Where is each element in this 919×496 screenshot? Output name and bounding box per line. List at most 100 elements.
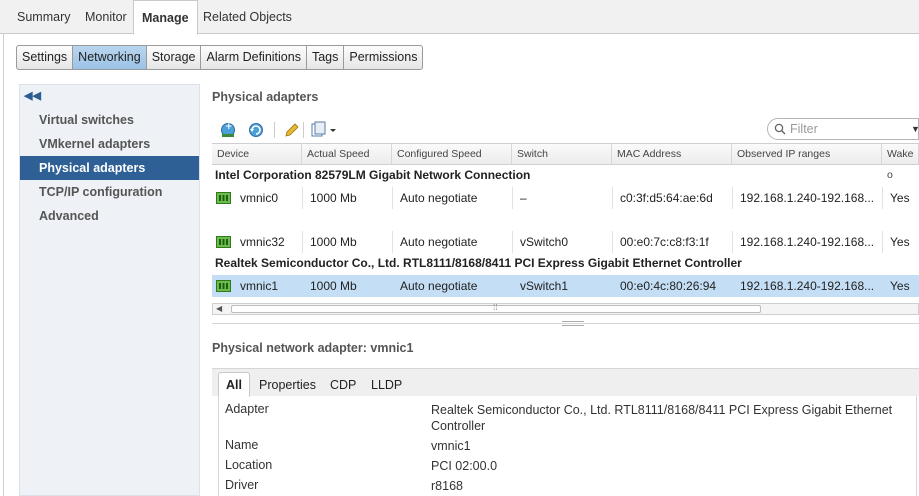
cell-device: vmnic0 <box>240 191 279 205</box>
col-header-mac-address[interactable]: MAC Address <box>612 144 732 165</box>
actions-menu-icon[interactable] <box>310 121 338 139</box>
column-divider <box>512 231 513 253</box>
page-border <box>3 34 4 496</box>
col-header-actual-speed[interactable]: Actual Speed <box>302 144 392 165</box>
subtab-storage[interactable]: Storage <box>147 46 202 69</box>
toolbar-separator <box>274 122 275 138</box>
network-adapter-icon <box>216 236 231 248</box>
cell-configured-speed: Auto negotiate <box>400 279 478 293</box>
cell-switch: vSwitch1 <box>520 279 569 293</box>
top-tab-bar: Summary Monitor Manage Related Objects <box>0 0 919 35</box>
add-networking-icon[interactable]: + <box>219 121 237 139</box>
subtab-alarm-definitions[interactable]: Alarm Definitions <box>201 46 307 69</box>
column-divider <box>302 187 303 209</box>
column-divider <box>512 187 513 209</box>
column-divider <box>882 187 883 209</box>
prop-label-adapter: Adapter <box>225 402 269 416</box>
cell-switch: – <box>520 191 527 205</box>
cell-device: vmnic1 <box>240 279 279 293</box>
refresh-icon[interactable] <box>247 121 265 139</box>
prop-label-driver: Driver <box>225 478 259 492</box>
chevron-down-icon[interactable]: ▼ <box>911 124 919 134</box>
detail-tab-cdp[interactable]: CDP <box>323 374 363 396</box>
col-header-wake-on-lan[interactable]: Wake o <box>882 144 919 181</box>
cell-observed-ip: 192.168.1.240-192.168... <box>740 279 875 293</box>
table-row-selected[interactable]: vmnic1 1000 Mb Auto negotiate vSwitch1 0… <box>212 275 919 297</box>
prop-value-adapter-line1: Realtek Semiconductor Co., Ltd. RTL8111/… <box>431 403 893 417</box>
cell-mac-address: c0:3f:d5:64:ae:6d <box>620 191 713 205</box>
splitter-grip-icon[interactable] <box>562 321 584 326</box>
horizontal-scrollbar[interactable]: ◀ ⁞⁞ <box>212 303 919 315</box>
prop-value-adapter-line2: Controller <box>431 419 486 433</box>
col-header-device[interactable]: Device <box>212 144 302 165</box>
detail-tab-lldp[interactable]: LLDP <box>364 374 409 396</box>
column-divider <box>882 231 883 253</box>
detail-tab-properties[interactable]: Properties <box>252 374 323 396</box>
section-title: Physical adapters <box>212 90 319 104</box>
prop-value-driver: r8168 <box>431 479 463 493</box>
filter-placeholder: Filter <box>790 122 818 136</box>
column-divider <box>612 187 613 209</box>
subtab-settings[interactable]: Settings <box>17 46 74 69</box>
nav-item-tcpip-configuration[interactable]: TCP/IP configuration <box>20 180 199 204</box>
column-divider <box>612 231 613 253</box>
svg-text:+: + <box>225 122 233 132</box>
subtab-tags[interactable]: Tags <box>307 46 345 69</box>
grip-icon: ⁞⁞ <box>493 303 498 312</box>
cell-switch: vSwitch0 <box>520 235 569 249</box>
network-adapter-icon <box>216 192 231 204</box>
group-header-realtek: Realtek Semiconductor Co., Ltd. RTL8111/… <box>215 256 742 270</box>
nav-item-advanced[interactable]: Advanced <box>20 204 199 228</box>
prop-value-location: PCI 02:00.0 <box>431 459 498 473</box>
col-header-switch[interactable]: Switch <box>512 144 612 165</box>
tab-related-objects[interactable]: Related Objects <box>195 0 300 34</box>
cell-actual-speed: 1000 Mb <box>310 191 357 205</box>
networking-nav: ◀◀ Virtual switches VMkernel adapters Ph… <box>19 84 200 496</box>
tab-manage[interactable]: Manage <box>133 0 198 35</box>
sub-tab-bar: Settings Networking Storage Alarm Defini… <box>16 45 424 70</box>
network-adapter-icon <box>216 280 231 292</box>
prop-value-name: vmnic1 <box>431 439 471 453</box>
physical-adapters-table: Device Actual Speed Configured Speed Swi… <box>212 143 919 316</box>
cell-wake-on-lan: Yes <box>890 279 910 293</box>
detail-tab-all[interactable]: All <box>218 372 250 397</box>
tab-summary[interactable]: Summary <box>9 0 78 34</box>
cell-observed-ip: 192.168.1.240-192.168... <box>740 235 875 249</box>
prop-value-adapter: Realtek Semiconductor Co., Ltd. RTL8111/… <box>431 402 892 434</box>
scroll-left-icon[interactable]: ◀ <box>216 304 222 313</box>
column-divider <box>392 231 393 253</box>
table-row[interactable]: vmnic0 1000 Mb Auto negotiate – c0:3f:d5… <box>212 187 919 209</box>
cell-actual-speed: 1000 Mb <box>310 235 357 249</box>
edit-pencil-icon[interactable] <box>283 121 301 139</box>
cell-observed-ip: 192.168.1.240-192.168... <box>740 191 875 205</box>
detail-tab-bar: All Properties CDP LLDP <box>212 368 919 397</box>
subtab-permissions[interactable]: Permissions <box>344 46 422 69</box>
nav-item-physical-adapters[interactable]: Physical adapters <box>20 156 199 180</box>
cell-device: vmnic32 <box>240 235 285 249</box>
search-icon <box>774 123 786 135</box>
nav-item-vmkernel-adapters[interactable]: VMkernel adapters <box>20 132 199 156</box>
tab-monitor[interactable]: Monitor <box>77 0 135 34</box>
double-chevron-left-icon[interactable]: ◀◀ <box>24 89 41 102</box>
prop-label-location: Location <box>225 458 273 472</box>
col-header-configured-speed[interactable]: Configured Speed <box>392 144 512 165</box>
cell-wake-on-lan: Yes <box>890 235 910 249</box>
table-row[interactable]: vmnic32 1000 Mb Auto negotiate vSwitch0 … <box>212 231 919 253</box>
cell-mac-address: 00:e0:7c:c8:f3:1f <box>620 235 709 249</box>
cell-wake-on-lan: Yes <box>890 191 910 205</box>
filter-input[interactable]: Filter ▼ <box>767 118 919 140</box>
subtab-networking[interactable]: Networking <box>73 46 147 69</box>
column-divider <box>392 187 393 209</box>
detail-title: Physical network adapter: vmnic1 <box>212 341 414 355</box>
cell-mac-address: 00:e0:4c:80:26:94 <box>620 279 717 293</box>
nav-item-virtual-switches[interactable]: Virtual switches <box>20 108 199 132</box>
column-divider <box>732 187 733 209</box>
cell-configured-speed: Auto negotiate <box>400 191 478 205</box>
col-header-observed-ip-ranges[interactable]: Observed IP ranges <box>732 144 882 165</box>
column-divider <box>732 231 733 253</box>
column-divider <box>302 231 303 253</box>
toolbar-separator <box>303 122 304 138</box>
cell-configured-speed: Auto negotiate <box>400 235 478 249</box>
cell-actual-speed: 1000 Mb <box>310 279 357 293</box>
prop-label-name: Name <box>225 438 259 452</box>
